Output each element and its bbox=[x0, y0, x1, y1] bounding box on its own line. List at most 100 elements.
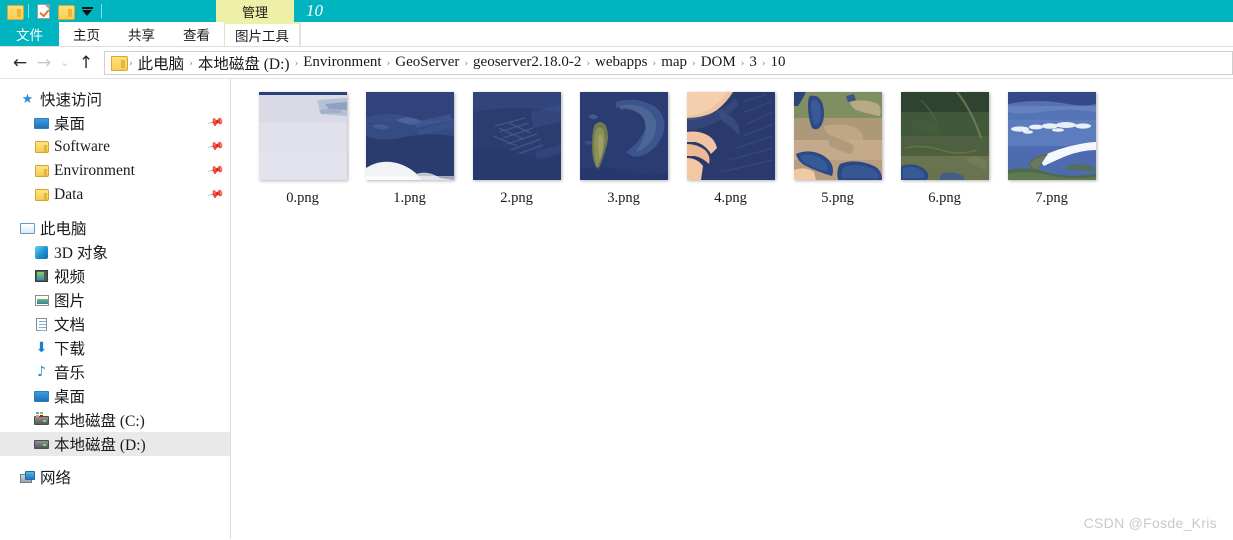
sidebar-item-label: 桌面 bbox=[54, 116, 86, 133]
sidebar-item-label: 本地磁盘 (D:) bbox=[54, 437, 146, 454]
file-thumbnail[interactable] bbox=[365, 92, 454, 180]
file-thumbnail[interactable] bbox=[686, 92, 775, 180]
forward-button[interactable]: → bbox=[32, 51, 56, 75]
tab-home[interactable]: 主页 bbox=[59, 22, 114, 46]
qat-properties-button[interactable] bbox=[32, 1, 54, 21]
back-button[interactable]: ← bbox=[8, 51, 32, 75]
sidebar-item-desktop[interactable]: 桌面 bbox=[0, 384, 230, 408]
folder-icon bbox=[33, 187, 50, 203]
file-thumbnail[interactable] bbox=[472, 92, 561, 180]
file-item[interactable]: 2.png bbox=[463, 92, 570, 207]
qat-new-folder-button[interactable] bbox=[54, 1, 76, 21]
cube-icon bbox=[33, 244, 50, 260]
breadcrumb-item-environment[interactable]: Environment bbox=[299, 54, 385, 71]
file-name: 4.png bbox=[714, 190, 747, 206]
navigation-pane: ★ 快速访问 桌面 📌 Software 📌 Environment 📌 Dat… bbox=[0, 79, 231, 539]
sidebar-item-3d-objects[interactable]: 3D 对象 bbox=[0, 240, 230, 264]
breadcrumb-item-local-disk-d[interactable]: 本地磁盘 (D:) bbox=[194, 52, 294, 74]
tab-share[interactable]: 共享 bbox=[114, 22, 169, 46]
folder-icon bbox=[111, 56, 128, 71]
title-bar: 管理 10 bbox=[0, 0, 1233, 22]
folder-icon bbox=[33, 163, 50, 179]
sidebar-item-label: 文档 bbox=[54, 317, 86, 334]
document-icon bbox=[33, 316, 50, 332]
sidebar-item-label: Software bbox=[54, 138, 110, 155]
file-item[interactable]: 0.png bbox=[249, 92, 356, 207]
back-arrow-icon: ← bbox=[12, 52, 28, 73]
sidebar-item-label: Environment bbox=[54, 162, 135, 179]
breadcrumb-item-dom[interactable]: DOM bbox=[697, 54, 740, 71]
pin-icon[interactable]: 📌 bbox=[207, 161, 226, 180]
folder-icon bbox=[33, 139, 50, 155]
breadcrumb-item-3[interactable]: 3 bbox=[745, 54, 761, 71]
sidebar-item-videos[interactable]: 视频 bbox=[0, 264, 230, 288]
monitor-icon bbox=[33, 388, 50, 404]
breadcrumb-item-geoserver-version[interactable]: geoserver2.18.0-2 bbox=[469, 54, 585, 71]
tab-view[interactable]: 查看 bbox=[169, 22, 224, 46]
divider bbox=[101, 4, 102, 18]
sidebar-group-network[interactable]: 网络 bbox=[0, 465, 230, 489]
file-thumbnail[interactable] bbox=[900, 92, 989, 180]
file-list-pane[interactable]: 0.png 1.png 2.png 3.png 4.png 5.png 6.pn… bbox=[231, 79, 1233, 539]
sidebar-group-quick-access[interactable]: ★ 快速访问 bbox=[0, 87, 230, 111]
file-item[interactable]: 3.png bbox=[570, 92, 677, 207]
sidebar-group-network-label: 网络 bbox=[40, 470, 72, 487]
sidebar-item-label: 视频 bbox=[54, 269, 86, 286]
sidebar-item-desktop-quick[interactable]: 桌面 📌 bbox=[0, 111, 230, 135]
sidebar-item-local-disk-d[interactable]: 本地磁盘 (D:) bbox=[0, 432, 230, 456]
up-button[interactable]: ↑ bbox=[74, 51, 98, 75]
window-title: 10 bbox=[306, 0, 323, 22]
file-thumbnail[interactable] bbox=[1007, 92, 1096, 180]
sidebar-group-this-pc-label: 此电脑 bbox=[40, 221, 87, 238]
file-item[interactable]: 4.png bbox=[677, 92, 784, 207]
contextual-tab-header[interactable]: 管理 bbox=[216, 0, 294, 22]
forward-arrow-icon: → bbox=[36, 52, 52, 73]
sidebar-item-documents[interactable]: 文档 bbox=[0, 312, 230, 336]
file-thumbnail[interactable] bbox=[579, 92, 668, 180]
pin-icon[interactable]: 📌 bbox=[207, 137, 226, 156]
tab-picture-tools[interactable]: 图片工具 bbox=[224, 22, 300, 46]
sidebar-item-music[interactable]: ♪ 音乐 bbox=[0, 360, 230, 384]
qat-customize-button[interactable] bbox=[76, 1, 98, 21]
qat-folder-button[interactable] bbox=[3, 1, 25, 21]
sidebar-item-data[interactable]: Data 📌 bbox=[0, 183, 230, 207]
sidebar-item-pictures[interactable]: 图片 bbox=[0, 288, 230, 312]
sidebar-item-software[interactable]: Software 📌 bbox=[0, 135, 230, 159]
file-thumbnail[interactable] bbox=[258, 92, 347, 180]
video-icon bbox=[33, 268, 50, 284]
recent-locations-button[interactable]: ⌄ bbox=[56, 51, 74, 75]
properties-icon bbox=[36, 3, 50, 19]
tabstrip-filler bbox=[300, 22, 1233, 46]
breadcrumb-item-geoserver[interactable]: GeoServer bbox=[391, 54, 463, 71]
sidebar-item-local-disk-c[interactable]: 本地磁盘 (C:) bbox=[0, 408, 230, 432]
tab-file[interactable]: 文件 bbox=[0, 22, 59, 46]
pin-icon[interactable]: 📌 bbox=[207, 185, 226, 204]
address-input[interactable]: › 此电脑 › 本地磁盘 (D:) › Environment › GeoSer… bbox=[104, 50, 1233, 75]
file-item[interactable]: 7.png bbox=[998, 92, 1105, 207]
breadcrumb-item-10[interactable]: 10 bbox=[767, 54, 790, 71]
file-item[interactable]: 6.png bbox=[891, 92, 998, 207]
address-bar: ← → ⌄ ↑ › 此电脑 › 本地磁盘 (D:) › Environment … bbox=[0, 47, 1233, 79]
file-name: 1.png bbox=[393, 190, 426, 206]
file-thumbnail[interactable] bbox=[793, 92, 882, 180]
sidebar-group-this-pc[interactable]: 此电脑 bbox=[0, 216, 230, 240]
quick-access-toolbar bbox=[0, 0, 105, 22]
breadcrumb-item-webapps[interactable]: webapps bbox=[591, 54, 652, 71]
explorer-body: ★ 快速访问 桌面 📌 Software 📌 Environment 📌 Dat… bbox=[0, 79, 1233, 539]
star-pin-icon: ★ bbox=[21, 91, 34, 107]
file-item[interactable]: 1.png bbox=[356, 92, 463, 207]
file-item[interactable]: 5.png bbox=[784, 92, 891, 207]
new-folder-icon bbox=[57, 4, 75, 20]
sidebar-item-downloads[interactable]: ⬇ 下载 bbox=[0, 336, 230, 360]
breadcrumb-item-this-pc[interactable]: 此电脑 bbox=[134, 52, 189, 74]
pin-icon[interactable]: 📌 bbox=[207, 113, 226, 132]
breadcrumb-item-map[interactable]: map bbox=[657, 54, 691, 71]
tab-picture-tools-label: 图片工具 bbox=[235, 29, 289, 44]
file-name: 0.png bbox=[286, 190, 319, 206]
window-title-text: 10 bbox=[306, 1, 323, 20]
system-drive-icon bbox=[33, 411, 50, 428]
sidebar-item-environment[interactable]: Environment 📌 bbox=[0, 159, 230, 183]
download-icon: ⬇ bbox=[35, 340, 48, 356]
